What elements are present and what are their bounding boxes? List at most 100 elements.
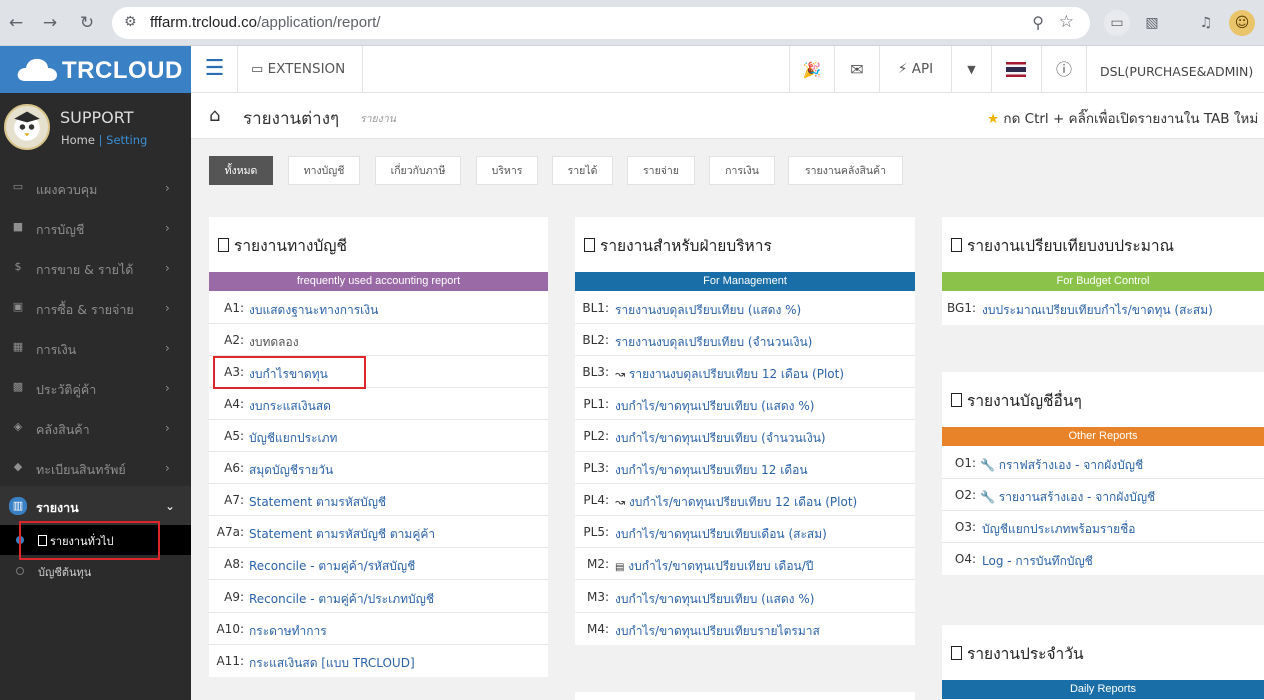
home-link[interactable]: Home [61,133,95,147]
report-link[interactable]: งบกำไร/ขาดทุนเปรียบเทียบ เดือน/ปี [628,559,813,573]
report-row[interactable]: M4: งบกำไร/ขาดทุนเปรียบเทียบรายไตรมาส [575,613,915,645]
report-link[interactable]: กระแสเงินสด [แบบ TRCLOUD] [249,654,415,673]
report-row[interactable]: O4: Log - การบันทึกบัญชี [942,543,1264,575]
report-row[interactable]: O3: บัญชีแยกประเภทพร้อมรายชื่อ [942,511,1264,543]
language-selector[interactable] [991,46,1041,93]
zoom-icon[interactable]: ⚲ [1032,13,1044,32]
report-link[interactable]: รายงานงบดุลเปรียบเทียบ (แสดง %) [615,301,801,320]
party-icon[interactable]: 🎉 [789,46,834,93]
report-link[interactable]: รายงานงบดุลเปรียบเทียบ (จำนวนเงิน) [615,333,812,352]
tab-accounting[interactable]: ทางบัญชี [288,156,360,185]
report-link[interactable]: Reconcile - ตามคู่ค้า/รหัสบัญชี [249,557,415,576]
report-row[interactable]: A11: กระแสเงินสด [แบบ TRCLOUD] [209,645,548,677]
tab-expense[interactable]: รายจ่าย [627,156,695,185]
report-link[interactable]: Statement ตามรหัสบัญชี [249,493,386,512]
report-row[interactable]: BG1: งบประมาณเปรียบเทียบกำไร/ขาดทุน (สะสม… [942,292,1264,324]
extension-button[interactable]: ▭ EXTENSION [239,46,363,93]
puzzle-extension-icon[interactable]: ▧ [1139,10,1165,36]
report-row[interactable]: M3: งบกำไร/ขาดทุนเปรียบเทียบ (แสดง %) [575,581,915,613]
report-row[interactable]: A6: สมุดบัญชีรายวัน [209,452,548,484]
report-link[interactable]: รายงานงบดุลเปรียบเทียบ 12 เดือน (Plot) [629,367,844,381]
tab-income[interactable]: รายได้ [552,156,613,185]
tab-tax[interactable]: เกี่ยวกับภาษี [375,156,461,185]
sidebar-item-accounting[interactable]: ■ การบัญชี › [0,208,191,248]
report-link[interactable]: รายงานสร้างเอง - จากผังบัญชี [999,490,1155,504]
forward-icon[interactable]: → [38,11,62,35]
report-link[interactable]: บัญชีแยกประเภทพร้อมรายชื่อ [982,520,1136,539]
report-code: A2: [224,333,244,347]
report-row[interactable]: PL1: งบกำไร/ขาดทุนเปรียบเทียบ (แสดง %) [575,388,915,420]
sidebar-subitem-cost-accounting[interactable]: บัญชีต้นทุน [0,556,191,584]
report-row[interactable]: A8: Reconcile - ตามคู่ค้า/รหัสบัญชี [209,548,548,580]
mail-icon[interactable]: ✉ [834,46,879,93]
report-row[interactable]: PL2: งบกำไร/ขาดทุนเปรียบเทียบ (จำนวนเงิน) [575,420,915,452]
report-row[interactable]: A7a: Statement ตามรหัสบัญชี ตามคู่ค้า [209,516,548,548]
report-link[interactable]: งบกำไร/ขาดทุนเปรียบเทียบเดือน (สะสม) [615,525,827,544]
report-row[interactable]: PL4: ↝ งบกำไร/ขาดทุนเปรียบเทียบ 12 เดือน … [575,484,915,516]
report-row[interactable]: PL5: งบกำไร/ขาดทุนเปรียบเทียบเดือน (สะสม) [575,516,915,548]
report-row[interactable]: A4: งบกระแสเงินสด [209,388,548,420]
sidebar-item-dashboard[interactable]: ▭ แผงควบคุม › [0,168,191,208]
trcloud-logo[interactable]: TRCLOUD [0,46,191,93]
report-row[interactable]: O2: 🔧 รายงานสร้างเอง - จากผังบัญชี [942,479,1264,511]
media-control-icon[interactable]: ♫ [1193,10,1219,36]
report-row[interactable]: A10: กระดาษทำการ [209,613,548,645]
api-button[interactable]: ⚡ API [879,46,951,93]
url-host: fffarm.trcloud.co [150,14,257,31]
report-row[interactable]: A2: งบทดลอง [209,324,548,356]
user-menu[interactable]: DSL(PURCHASE&ADMIN) [1100,46,1253,93]
help-icon[interactable]: ⓘ [1041,46,1086,93]
sidebar-item-reports[interactable]: ▥ รายงาน ⌄ [0,486,191,526]
report-link[interactable]: งบประมาณเปรียบเทียบกำไร/ขาดทุน (สะสม) [982,301,1213,320]
address-bar[interactable]: ⚙ fffarm.trcloud.co/application/report/ … [112,7,1090,39]
tab-inventory[interactable]: รายงานคลังสินค้า [788,156,903,185]
site-settings-icon[interactable]: ⚙ [124,14,137,30]
report-link[interactable]: สมุดบัญชีรายวัน [249,461,333,480]
report-link[interactable]: งบกำไร/ขาดทุนเปรียบเทียบ (จำนวนเงิน) [615,429,826,448]
sidebar-item-finance[interactable]: ▦ การเงิน › [0,328,191,368]
report-link[interactable]: Statement ตามรหัสบัญชี ตามคู่ค้า [249,525,435,544]
report-link[interactable]: งบกำไร/ขาดทุนเปรียบเทียบ (แสดง %) [615,590,814,609]
report-row[interactable]: A5: บัญชีแยกประเภท [209,420,548,452]
reload-icon[interactable]: ↻ [75,11,99,35]
report-row[interactable]: M2: ▤ งบกำไร/ขาดทุนเปรียบเทียบ เดือน/ปี [575,548,915,580]
back-icon[interactable]: ← [4,11,28,35]
hamburger-menu-icon[interactable]: ☰ [192,46,238,93]
report-row[interactable]: BL3: ↝ รายงานงบดุลเปรียบเทียบ 12 เดือน (P… [575,356,915,388]
chat-extension-icon[interactable]: ▭ [1104,10,1130,36]
report-link[interactable]: งบกำไร/ขาดทุนเปรียบเทียบ (แสดง %) [615,397,814,416]
bookmark-star-icon[interactable]: ☆ [1059,12,1074,32]
report-link[interactable]: Reconcile - ตามคู่ค้า/ประเภทบัญชี [249,590,434,609]
report-link[interactable]: งบแสดงฐานะทางการเงิน [249,301,378,320]
diamond-icon: ◆ [13,460,23,473]
sidebar-item-purchase[interactable]: ▣ การซื้อ & รายจ่าย › [0,288,191,328]
tab-management[interactable]: บริหาร [476,156,538,185]
report-row[interactable]: A1: งบแสดงฐานะทางการเงิน [209,292,548,324]
sidebar-item-inventory[interactable]: ◈ คลังสินค้า › [0,408,191,448]
report-link[interactable]: งบกำไร/ขาดทุนเปรียบเทียบรายไตรมาส [615,622,820,641]
report-link[interactable]: กราฟสร้างเอง - จากผังบัญชี [999,458,1143,472]
report-row[interactable]: A7: Statement ตามรหัสบัญชี [209,484,548,516]
sidebar-item-sales[interactable]: $ การขาย & รายได้ › [0,248,191,288]
tab-all[interactable]: ทั้งหมด [209,156,273,185]
report-link[interactable]: Log - การบันทึกบัญชี [982,552,1093,571]
home-icon[interactable]: ⌂ [209,105,220,126]
profile-avatar-icon[interactable]: ☺ [1229,10,1255,36]
report-link[interactable]: งบกำไร/ขาดทุนเปรียบเทียบ 12 เดือน (Plot) [629,495,857,509]
report-link[interactable]: งบกระแสเงินสด [249,397,331,416]
report-link[interactable]: งบทดลอง [249,333,299,352]
report-row[interactable]: O1: 🔧 กราฟสร้างเอง - จากผังบัญชี [942,447,1264,479]
tab-finance[interactable]: การเงิน [709,156,775,185]
report-link[interactable]: งบกำไร/ขาดทุนเปรียบเทียบ 12 เดือน [615,461,808,480]
setting-link[interactable]: Setting [106,133,147,147]
dropdown-caret-icon[interactable]: ▼ [951,46,991,93]
report-link[interactable]: บัญชีแยกประเภท [249,429,337,448]
plug-icon: ⚡ [897,61,908,77]
sidebar-item-assets[interactable]: ◆ ทะเบียนสินทรัพย์ › [0,448,191,488]
report-link[interactable]: กระดาษทำการ [249,622,327,641]
report-row[interactable]: BL1: รายงานงบดุลเปรียบเทียบ (แสดง %) [575,292,915,324]
report-row[interactable]: A9: Reconcile - ตามคู่ค้า/ประเภทบัญชี [209,581,548,613]
sidebar-item-contacts[interactable]: ▩ ประวัติคู่ค้า › [0,368,191,408]
report-row[interactable]: BL2: รายงานงบดุลเปรียบเทียบ (จำนวนเงิน) [575,324,915,356]
report-row[interactable]: PL3: งบกำไร/ขาดทุนเปรียบเทียบ 12 เดือน [575,452,915,484]
